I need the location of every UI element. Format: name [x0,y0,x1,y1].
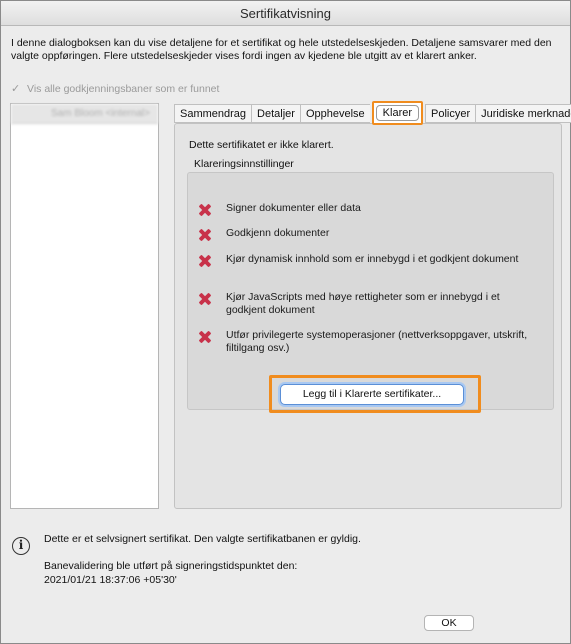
validation-time: 2021/01/21 18:37:06 +05'30' [44,574,177,586]
show-all-paths-label: Vis alle godkjenningsbaner som er funnet [27,83,220,95]
info-icon: i [12,537,30,555]
checkmark-icon: ✓ [11,83,21,95]
trust-item-sign-documents: Signer dokumenter eller data [198,202,528,217]
certificate-path-item[interactable]: Sam Bloom <internal> [11,104,158,124]
deny-x-icon [198,254,212,268]
trust-item-label: Kjør dynamisk innhold som er innebygd i … [226,253,519,265]
trust-settings-label: Klareringsinnstillinger [194,158,294,170]
deny-x-icon [198,330,212,344]
window-title: Sertifikatvisning [1,1,570,26]
trust-status-text: Dette sertifikatet er ikke klarert. [189,139,334,151]
trust-item-label: Signer dokumenter eller data [226,202,361,214]
deny-x-icon [198,228,212,242]
self-signed-text: Dette er et selvsignert sertifikat. Den … [44,533,361,545]
ok-button[interactable]: OK [424,615,474,631]
certificate-viewer-dialog: Sertifikatvisning I denne dialogboksen k… [0,0,571,644]
tab-policies[interactable]: Policyer [425,104,476,123]
tab-trust-label: Klarer [375,105,420,121]
trust-item-certify-documents: Godkjenn dokumenter [198,227,528,242]
trust-item-system-operations: Utfør privilegerte systemoperasjoner (ne… [198,329,528,355]
trust-item-dynamic-content: Kjør dynamisk innhold som er innebygd i … [198,253,528,268]
show-all-paths-checkbox[interactable]: ✓ Vis alle godkjenningsbaner som er funn… [11,82,219,96]
tab-bar: Sammendrag Detaljer Opphevelse Klarer Po… [174,101,571,125]
trust-item-label: Utfør privilegerte systemoperasjoner (ne… [226,329,528,354]
validation-label: Banevalidering ble utført på signeringst… [44,560,298,572]
trust-item-privileged-javascript: Kjør JavaScripts med høye rettigheter so… [198,291,528,317]
trust-item-label: Kjør JavaScripts med høye rettigheter so… [226,291,500,316]
add-to-trusted-certificates-button[interactable]: Legg til i Klarerte sertifikater... [280,384,464,405]
tab-legal-notices[interactable]: Juridiske merknader [475,104,571,123]
tab-revocation[interactable]: Opphevelse [299,104,370,123]
tab-trust[interactable]: Klarer [371,101,424,125]
trust-item-label: Godkjenn dokumenter [226,227,330,239]
tab-summary[interactable]: Sammendrag [174,104,252,123]
certificate-path-list[interactable]: Sam Bloom <internal> [10,103,159,509]
tab-details[interactable]: Detaljer [251,104,300,123]
intro-text: I denne dialogboksen kan du vise detalje… [11,37,552,62]
deny-x-icon [198,292,212,306]
deny-x-icon [198,203,212,217]
